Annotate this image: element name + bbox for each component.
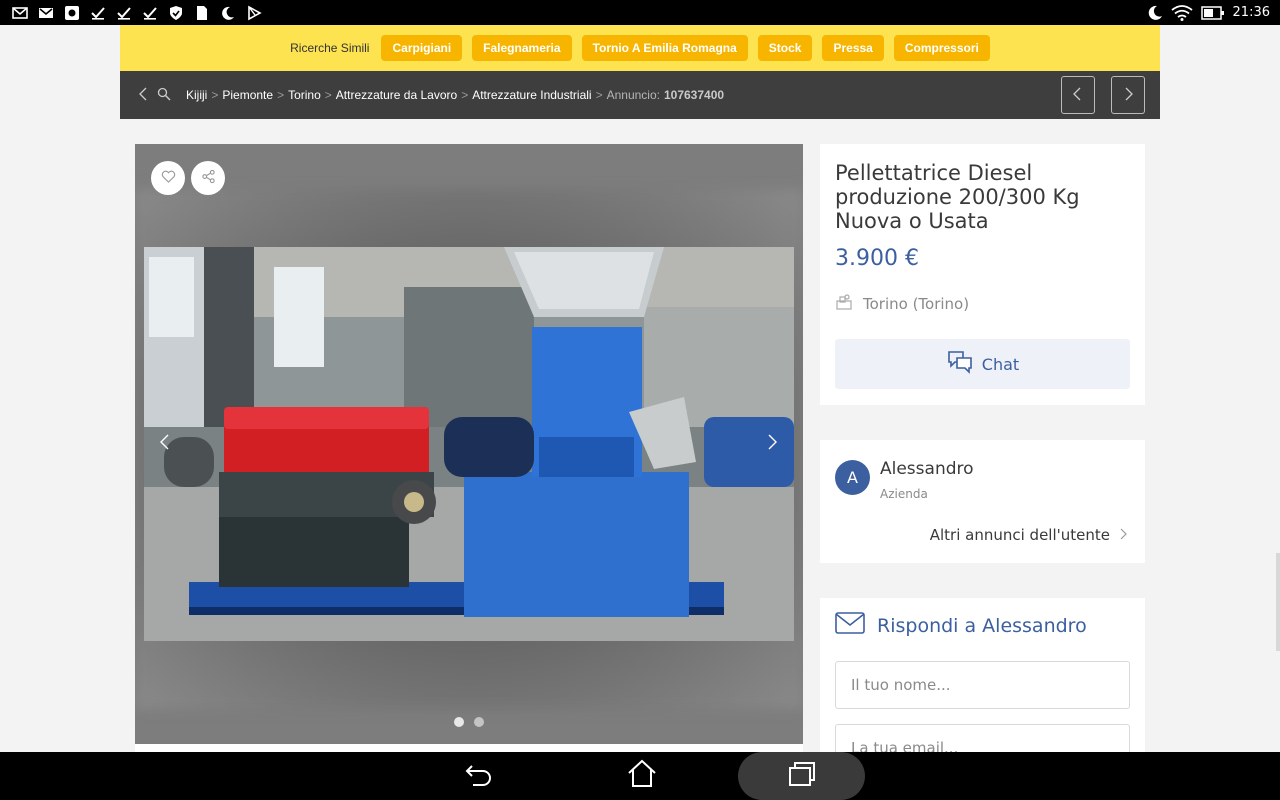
breadcrumb-attrezzature-lavoro[interactable]: Attrezzature da Lavoro — [336, 88, 457, 102]
gmail-icon — [38, 5, 54, 21]
envelope-icon — [835, 612, 865, 639]
reply-card: Rispondi a Alessandro Il tuo nome... La … — [820, 598, 1145, 772]
check-icon — [142, 5, 158, 21]
chevron-left-icon — [156, 433, 174, 455]
image-gallery[interactable] — [135, 144, 803, 744]
reply-title: Rispondi a Alessandro — [877, 614, 1087, 637]
chevron-right-icon — [1121, 86, 1135, 105]
similar-searches-bar: Ricerche Simili Carpigiani Falegnameria … — [120, 25, 1160, 71]
scrollbar[interactable] — [1276, 553, 1280, 651]
breadcrumb: Kijiji > Piemonte > Torino > Attrezzatur… — [186, 88, 725, 102]
back-icon — [463, 758, 495, 794]
ad-number-label: Annuncio: — [606, 88, 660, 102]
gallery-dot-1[interactable] — [454, 717, 464, 727]
chat-button-label: Chat — [981, 354, 1020, 374]
breadcrumb-piemonte[interactable]: Piemonte — [222, 88, 273, 102]
chevron-left-icon — [1071, 86, 1085, 105]
back-chevron-icon[interactable] — [137, 86, 151, 105]
chip-compressori[interactable]: Compressori — [893, 35, 990, 61]
avatar: A — [835, 460, 870, 495]
seller-name: Alessandro — [880, 459, 974, 479]
gallery-next-button[interactable] — [755, 427, 789, 461]
back-button[interactable] — [459, 752, 499, 800]
other-ads-link[interactable]: Altri annunci dell'utente — [930, 526, 1128, 544]
chip-falegnameria[interactable]: Falegnameria — [472, 35, 572, 61]
breadcrumb-torino[interactable]: Torino — [288, 88, 321, 102]
breadcrumb-attrezzature-industriali[interactable]: Attrezzature Industriali — [472, 88, 591, 102]
chip-pressa[interactable]: Pressa — [822, 35, 884, 61]
check-icon — [90, 5, 106, 21]
breadcrumb-kijiji[interactable]: Kijiji — [186, 88, 207, 102]
search-icon[interactable] — [157, 86, 171, 105]
do-not-disturb-icon — [1147, 5, 1163, 21]
product-image[interactable] — [144, 247, 794, 641]
photo-icon — [64, 5, 80, 21]
share-button[interactable] — [191, 161, 225, 195]
seller-type: Azienda — [880, 487, 928, 501]
ad-number: 107637400 — [663, 88, 725, 102]
name-field[interactable]: Il tuo nome... — [835, 661, 1130, 709]
chip-carpigiani[interactable]: Carpigiani — [381, 35, 463, 61]
gallery-dot-2[interactable] — [474, 717, 484, 727]
next-ad-button[interactable] — [1111, 76, 1145, 114]
ad-info-card: Pellettatrice Diesel produzione 200/300 … — [820, 144, 1145, 405]
chip-stock[interactable]: Stock — [757, 35, 813, 61]
gallery-prev-button[interactable] — [148, 427, 182, 461]
previous-ad-button[interactable] — [1061, 76, 1095, 114]
status-bar: 21:36 — [0, 0, 1280, 25]
location-icon — [835, 293, 853, 315]
ad-title: Pellettatrice Diesel produzione 200/300 … — [835, 161, 1080, 233]
chat-button[interactable]: Chat — [835, 339, 1130, 389]
recent-apps-button[interactable] — [738, 752, 865, 800]
share-icon — [201, 169, 216, 188]
ad-location: Torino (Torino) — [835, 293, 1130, 315]
file-icon — [194, 5, 210, 21]
clock: 21:36 — [1232, 5, 1270, 20]
chat-icon — [946, 348, 974, 380]
wifi-icon — [1170, 4, 1193, 21]
favorite-button[interactable] — [151, 161, 185, 195]
breadcrumb-bar: Kijiji > Piemonte > Torino > Attrezzatur… — [120, 71, 1160, 119]
check-icon — [116, 5, 132, 21]
play-store-icon — [246, 5, 262, 21]
ad-location-text: Torino (Torino) — [863, 295, 970, 313]
gallery-pagination — [454, 717, 484, 727]
navigation-bar — [0, 752, 1280, 800]
chip-tornio[interactable]: Tornio A Emilia Romagna — [581, 35, 748, 61]
recent-apps-icon — [786, 758, 818, 794]
chevron-right-icon — [1118, 526, 1128, 544]
battery-icon — [1200, 5, 1225, 21]
other-ads-label: Altri annunci dell'utente — [929, 526, 1110, 544]
similar-searches-label: Ricerche Simili — [290, 41, 370, 55]
moon-icon — [220, 5, 236, 21]
shield-icon — [168, 5, 184, 21]
home-icon — [626, 758, 658, 794]
seller-card: A Alessandro Azienda Altri annunci dell'… — [820, 440, 1145, 563]
heart-icon — [161, 169, 176, 188]
home-button[interactable] — [622, 752, 662, 800]
mail-icon — [12, 5, 28, 21]
gallery-footer — [135, 744, 803, 752]
chevron-right-icon — [763, 433, 781, 455]
ad-price: 3.900 € — [835, 246, 919, 271]
reply-header: Rispondi a Alessandro — [835, 612, 1130, 639]
